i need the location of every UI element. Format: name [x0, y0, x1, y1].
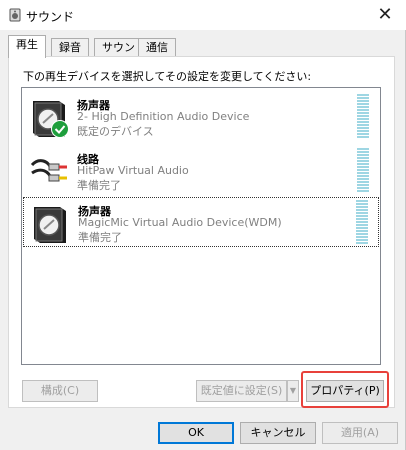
highlight-box — [301, 371, 389, 408]
tab-recording[interactable]: 録音 — [51, 38, 89, 56]
device-item-selected[interactable]: 扬声器 MagicMic Virtual Audio Device(WDM) 準… — [23, 197, 379, 247]
speaker-icon — [34, 207, 66, 243]
device-item[interactable]: 线路 HitPaw Virtual Audio 準備完了 — [23, 146, 379, 196]
instruction-text: 下の再生デバイスを選択してその設定を変更してください: — [23, 70, 312, 83]
set-default-button[interactable]: 既定値に設定(S) — [196, 380, 287, 402]
tab-communications[interactable]: 通信 — [138, 38, 176, 56]
audio-cable-icon — [30, 159, 67, 182]
device-description: HitPaw Virtual Audio — [77, 164, 189, 177]
apply-button[interactable]: 適用(A) — [322, 422, 398, 444]
chevron-down-icon: ▼ — [289, 386, 297, 395]
device-description: 2- High Definition Audio Device — [77, 110, 250, 123]
default-check-icon — [51, 120, 69, 138]
device-item[interactable]: 扬声器 2- High Definition Audio Device 既定のデ… — [23, 92, 379, 142]
tab-playback[interactable]: 再生 — [8, 35, 46, 58]
device-status: 準備完了 — [78, 231, 122, 244]
set-default-dropdown[interactable]: ▼ — [287, 380, 299, 402]
configure-button[interactable]: 構成(C) — [22, 380, 98, 402]
sound-app-icon — [9, 8, 21, 22]
ok-button[interactable]: OK — [158, 422, 234, 444]
device-description: MagicMic Virtual Audio Device(WDM) — [78, 216, 282, 229]
window-title: サウンド — [26, 10, 75, 24]
sound-dialog: サウンド ✕ 再生 録音 サウンド 通信 下の再生デバイスを選択してその設定を変… — [0, 0, 406, 450]
volume-meter — [356, 200, 368, 246]
volume-meter — [357, 148, 369, 194]
volume-meter — [357, 94, 369, 140]
title-bar: サウンド ✕ — [0, 0, 406, 30]
close-button[interactable]: ✕ — [374, 4, 396, 26]
cancel-button[interactable]: キャンセル — [240, 422, 316, 444]
device-status: 準備完了 — [77, 179, 121, 192]
playback-panel: 下の再生デバイスを選択してその設定を変更してください: 扬声器 2- High … — [8, 56, 395, 408]
device-list[interactable]: 扬声器 2- High Definition Audio Device 既定のデ… — [21, 87, 381, 365]
device-status: 既定のデバイス — [77, 125, 154, 138]
